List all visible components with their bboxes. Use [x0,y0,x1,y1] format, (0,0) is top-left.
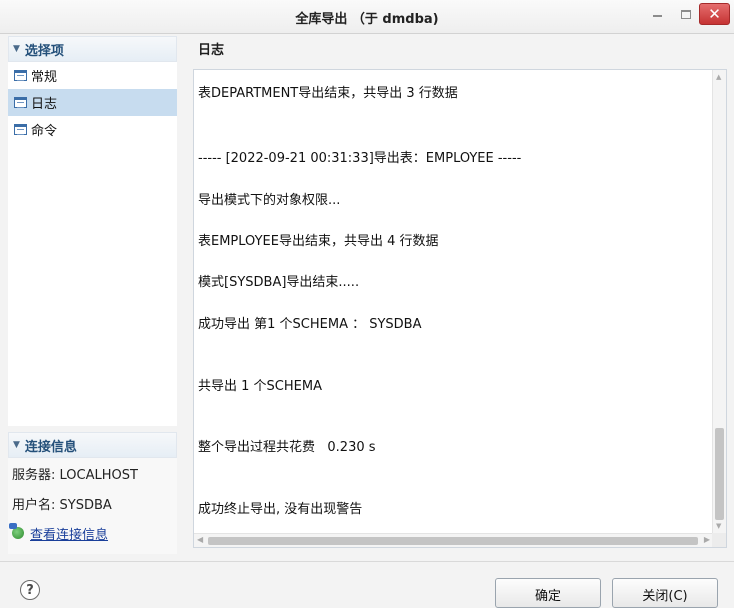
triangle-down-icon: ▼ [13,440,20,450]
scroll-right-icon[interactable]: ▶ [704,535,710,544]
bottom-separator [0,561,734,562]
left-panel: ▼ 选择项 常规 日志 命令 ▼ 连接信息 服务器: LOCALHOST 用户名… [8,34,177,554]
connection-info-icon [9,523,24,539]
title-bar: 全库导出 （于 dmdba) ✕ [0,0,734,34]
document-list-icon [14,97,27,108]
options-section-label: 选择项 [24,43,64,59]
scroll-left-icon[interactable]: ◀ [197,535,203,544]
log-title: 日志 [198,43,225,58]
scroll-up-icon[interactable]: ▲ [716,73,721,81]
log-line: 成功终止导出, 没有出现警告 [198,502,363,517]
log-line: 整个导出过程共花费 0.230 s [198,440,376,455]
log-line: 模式[SYSDBA]导出结束..... [198,275,360,290]
view-connection-row: 查看连接信息 [8,518,177,548]
log-line: ----- [2022-09-21 00:31:33]导出表：EMPLOYEE … [198,151,522,166]
document-list-icon [14,70,27,81]
user-info: 用户名: SYSDBA [12,497,112,513]
connection-info-box: 服务器: LOCALHOST 用户名: SYSDBA 查看连接信息 [8,458,177,554]
minimize-icon [652,15,662,17]
option-item-label: 命令 [31,124,58,139]
option-item-general[interactable]: 常规 [8,62,177,89]
ok-button[interactable]: 确定 [495,578,601,608]
document-list-icon [14,124,27,135]
connection-section-label: 连接信息 [24,439,77,455]
close-window-button[interactable]: ✕ [699,3,730,25]
log-line: 成功导出 第1 个SCHEMA ： SYSDBA [198,317,422,332]
vertical-scroll-thumb[interactable] [715,428,724,520]
help-icon[interactable]: ? [20,580,40,600]
minimize-button[interactable] [643,2,671,26]
scroll-down-icon[interactable]: ▼ [716,522,721,530]
vertical-scrollbar[interactable]: ▲ ▼ [712,70,726,533]
window-title: 全库导出 （于 dmdba) [295,12,439,27]
horizontal-scrollbar[interactable]: ◀ ▶ [194,533,713,547]
log-line: 表EMPLOYEE导出结束，共导出 4 行数据 [198,234,439,249]
close-icon: ✕ [708,5,721,23]
close-button[interactable]: 关闭(C) [612,578,718,608]
log-line: 导出模式下的对象权限... [198,193,341,208]
view-connection-link[interactable]: 查看连接信息 [30,524,108,543]
option-item-label: 日志 [31,97,58,112]
log-line: 表DEPARTMENT导出结束，共导出 3 行数据 [198,86,458,101]
scroll-corner [712,533,726,547]
log-line: 共导出 1 个SCHEMA [198,379,322,394]
option-item-label: 常规 [31,70,58,85]
maximize-button[interactable] [672,2,700,26]
option-item-command[interactable]: 命令 [8,116,177,143]
log-text-area[interactable]: 表DEPARTMENT导出结束，共导出 3 行数据 ----- [2022-09… [193,69,727,548]
maximize-icon [681,9,691,19]
option-item-log[interactable]: 日志 [8,89,177,116]
horizontal-scroll-thumb[interactable] [208,537,698,545]
options-section-header[interactable]: ▼ 选择项 [8,36,177,62]
connection-section-header[interactable]: ▼ 连接信息 [8,432,177,458]
server-info: 服务器: LOCALHOST [12,467,138,483]
options-list: 常规 日志 命令 [8,62,177,426]
triangle-down-icon: ▼ [13,44,20,54]
